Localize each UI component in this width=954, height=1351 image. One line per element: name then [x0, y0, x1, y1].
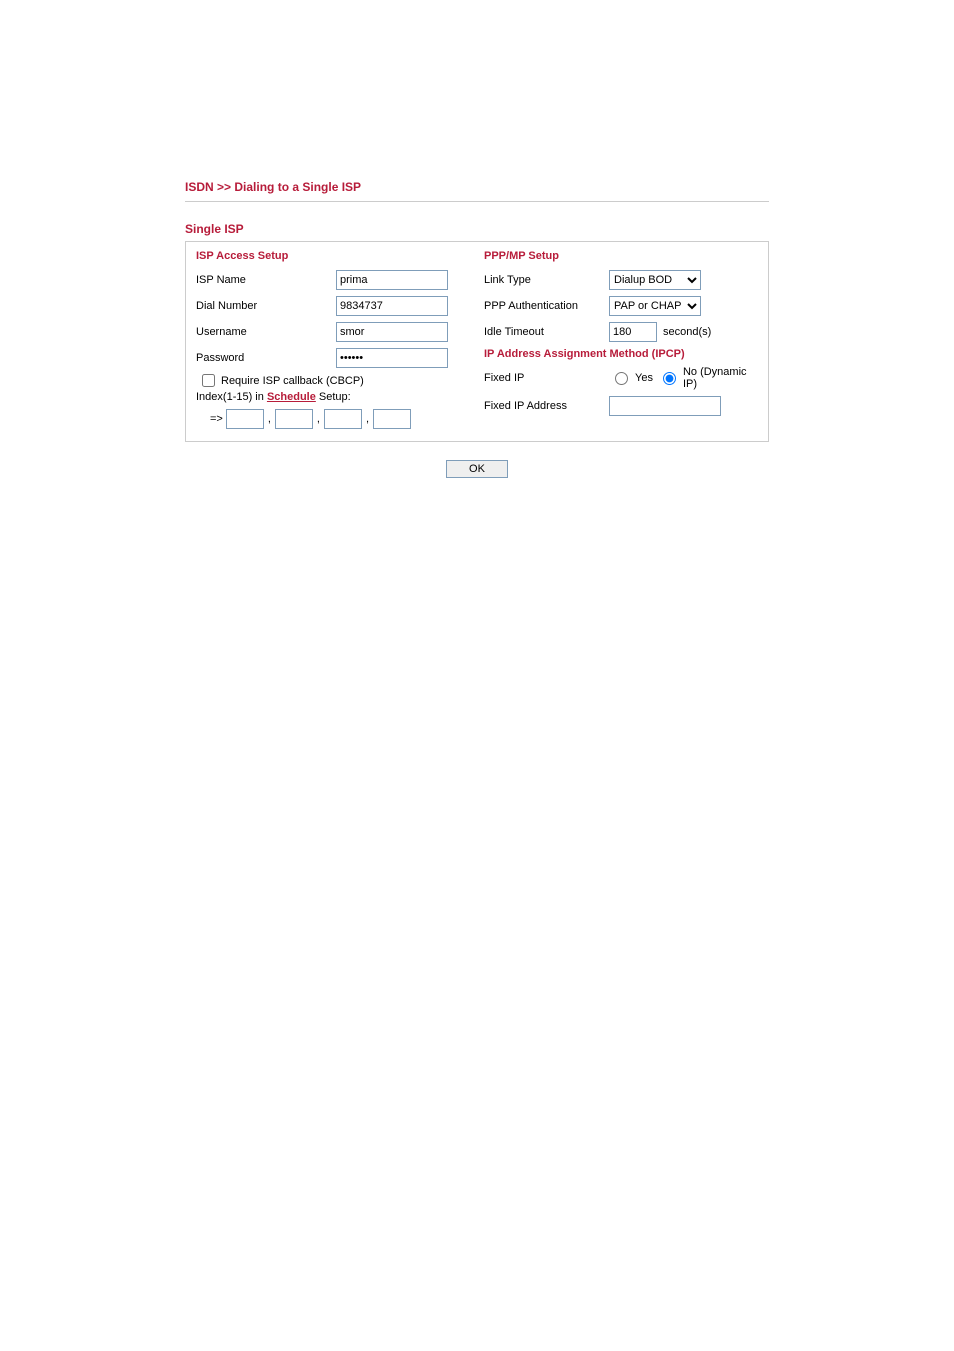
link-type-label: Link Type: [484, 274, 609, 286]
isp-name-label: ISP Name: [196, 274, 336, 286]
breadcrumb-separator: >>: [217, 180, 231, 194]
idle-timeout-unit: second(s): [663, 326, 711, 338]
fixed-ip-radio-group: Yes No (Dynamic IP): [609, 366, 758, 390]
password-label: Password: [196, 352, 336, 364]
section-title: Single ISP: [185, 222, 769, 236]
divider: [185, 201, 769, 202]
schedule-input-4[interactable]: [373, 409, 411, 429]
fixed-ip-no-radio[interactable]: [663, 372, 676, 385]
schedule-input-2[interactable]: [275, 409, 313, 429]
breadcrumb: ISDN >> Dialing to a Single ISP: [185, 180, 769, 199]
schedule-link[interactable]: Schedule: [267, 391, 316, 403]
fixed-ip-address-input[interactable]: [609, 396, 721, 416]
ipcp-heading: IP Address Assignment Method (IPCP): [484, 348, 758, 360]
schedule-input-3[interactable]: [324, 409, 362, 429]
fixed-ip-label: Fixed IP: [484, 372, 609, 384]
isp-access-panel: ISP Access Setup ISP Name Dial Number Us…: [196, 250, 470, 429]
ppp-auth-select[interactable]: PAP or CHAP: [609, 296, 701, 316]
settings-box: ISP Access Setup ISP Name Dial Number Us…: [185, 241, 769, 442]
schedule-input-1[interactable]: [226, 409, 264, 429]
breadcrumb-part1: ISDN: [185, 180, 214, 194]
schedule-arrow: =>: [210, 413, 223, 425]
isp-name-input[interactable]: [336, 270, 448, 290]
ok-button[interactable]: OK: [446, 460, 508, 478]
link-type-select[interactable]: Dialup BOD: [609, 270, 701, 290]
require-callback-label: Require ISP callback (CBCP): [221, 375, 364, 387]
schedule-row: Index(1-15) in Schedule Setup:: [196, 391, 470, 403]
isp-access-heading: ISP Access Setup: [196, 250, 470, 262]
idle-timeout-input[interactable]: [609, 322, 657, 342]
schedule-suffix: Setup:: [316, 391, 351, 403]
fixed-ip-yes-radio[interactable]: [615, 372, 628, 385]
breadcrumb-part2: Dialing to a Single ISP: [234, 180, 361, 194]
idle-timeout-label: Idle Timeout: [484, 326, 609, 338]
ppp-mp-heading: PPP/MP Setup: [484, 250, 758, 262]
schedule-prefix: Index(1-15) in: [196, 391, 267, 403]
password-input[interactable]: [336, 348, 448, 368]
schedule-inputs: => , , ,: [210, 409, 470, 429]
dial-number-label: Dial Number: [196, 300, 336, 312]
dial-number-input[interactable]: [336, 296, 448, 316]
username-input[interactable]: [336, 322, 448, 342]
username-label: Username: [196, 326, 336, 338]
fixed-ip-yes-label: Yes: [635, 372, 653, 384]
ppp-mp-panel: PPP/MP Setup Link Type Dialup BOD PPP Au…: [484, 250, 758, 429]
fixed-ip-no-label: No (Dynamic IP): [683, 366, 758, 390]
fixed-ip-address-label: Fixed IP Address: [484, 400, 609, 412]
ppp-auth-label: PPP Authentication: [484, 300, 609, 312]
require-callback-checkbox[interactable]: [202, 374, 215, 387]
